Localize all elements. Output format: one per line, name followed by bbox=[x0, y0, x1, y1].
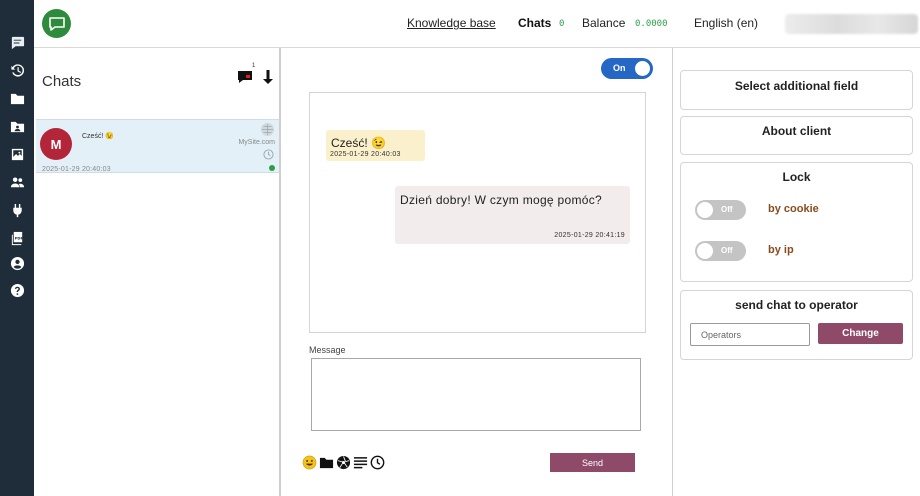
balance-value: 0.0000 bbox=[635, 19, 668, 29]
client-info-panel: Select additional field About client Loc… bbox=[673, 48, 920, 496]
chat-list-item[interactable]: M Cześć! 😉 MySite.com 2025-01-29 20:40:0… bbox=[36, 119, 279, 173]
send-to-operator-panel: send chat to operator Change bbox=[680, 290, 913, 360]
avatar: M bbox=[40, 128, 72, 160]
about-client-panel[interactable]: About client bbox=[680, 116, 913, 155]
history-icon bbox=[263, 149, 274, 160]
message-time: 2025-01-29 20:41:19 bbox=[554, 232, 625, 239]
chat-logo-icon bbox=[48, 16, 65, 31]
nav-pdf[interactable]: PDF bbox=[0, 227, 34, 249]
folder-user-icon bbox=[10, 121, 24, 132]
templates-button[interactable] bbox=[352, 454, 368, 470]
svg-text:PDF: PDF bbox=[14, 236, 23, 240]
emoji-icon bbox=[302, 455, 316, 469]
send-to-operator-title: send chat to operator bbox=[735, 298, 858, 312]
lock-title: Lock bbox=[782, 170, 811, 184]
schedule-button[interactable] bbox=[369, 454, 385, 470]
toggle-knob bbox=[635, 61, 650, 76]
attach-file-button[interactable] bbox=[318, 454, 334, 470]
toggle-state-label: Off bbox=[721, 205, 733, 214]
lock-ip-toggle[interactable]: Off bbox=[695, 241, 746, 261]
message-history: Cześć! 😉 2025-01-29 20:40:03 Dzień dobry… bbox=[309, 92, 646, 333]
nav-folder[interactable] bbox=[0, 87, 34, 109]
incoming-message: Cześć! 😉 2025-01-29 20:40:03 bbox=[326, 130, 425, 161]
nav-account[interactable] bbox=[0, 252, 34, 274]
message-input[interactable] bbox=[311, 358, 641, 431]
chat-icon bbox=[11, 36, 24, 49]
select-field-panel[interactable]: Select additional field bbox=[680, 70, 913, 110]
send-button[interactable]: Send bbox=[550, 453, 635, 472]
language-selector[interactable]: English (en) bbox=[694, 16, 758, 30]
lock-panel: Lock Off by cookie Off by ip bbox=[680, 162, 913, 282]
arrow-down-icon[interactable] bbox=[262, 69, 274, 85]
plug-icon bbox=[12, 203, 22, 217]
nav-folder-user[interactable] bbox=[0, 115, 34, 137]
message-label: Message bbox=[309, 345, 346, 355]
nav-media[interactable] bbox=[0, 143, 34, 165]
emoji-button[interactable] bbox=[301, 454, 317, 470]
outgoing-message: Dzień dobry! W czym mogę pomóc? 2025-01-… bbox=[395, 186, 630, 244]
aperture-icon bbox=[336, 455, 350, 469]
nav-integrations[interactable] bbox=[0, 199, 34, 221]
chat-on-off-toggle[interactable]: On bbox=[601, 58, 653, 79]
message-time: 2025-01-29 20:40:03 bbox=[330, 151, 401, 158]
about-client-title: About client bbox=[761, 124, 832, 138]
clock-icon bbox=[370, 455, 384, 469]
new-chat-icon[interactable] bbox=[237, 70, 253, 84]
folder-icon bbox=[10, 93, 24, 104]
toggle-knob bbox=[697, 202, 713, 218]
toggle-state-label: Off bbox=[721, 246, 733, 255]
lock-cookie-toggle[interactable]: Off bbox=[695, 200, 746, 220]
account-menu[interactable] bbox=[785, 14, 918, 34]
chats-count-badge: 0 bbox=[559, 19, 565, 29]
chats-heading: Chats bbox=[42, 73, 82, 90]
chats-list-panel: Chats 1 M Cześć! 😉 MySite.com 2025-01-29… bbox=[34, 48, 281, 496]
chat-site: MySite.com bbox=[238, 139, 275, 146]
camera-button[interactable] bbox=[335, 454, 351, 470]
change-operator-button[interactable]: Change bbox=[818, 323, 903, 344]
pdf-icon: PDF bbox=[11, 231, 23, 245]
operators-select[interactable] bbox=[690, 323, 810, 346]
nav-history[interactable] bbox=[0, 59, 34, 81]
conversation-panel: On Cześć! 😉 2025-01-29 20:40:03 Dzień do… bbox=[281, 48, 673, 496]
balance-label: Balance bbox=[582, 16, 626, 30]
chat-timestamp: 2025-01-29 20:40:03 bbox=[42, 166, 111, 173]
history-icon bbox=[10, 63, 24, 77]
composer-toolbar bbox=[301, 453, 385, 471]
nav-users[interactable] bbox=[0, 171, 34, 193]
chat-last-message: Cześć! 😉 bbox=[82, 133, 115, 140]
folder-icon bbox=[319, 457, 333, 468]
new-chat-count: 1 bbox=[252, 63, 256, 69]
users-icon bbox=[10, 176, 24, 187]
select-field-title: Select additional field bbox=[734, 79, 859, 93]
nav-help[interactable] bbox=[0, 279, 34, 301]
account-icon bbox=[10, 256, 24, 270]
toggle-state-label: On bbox=[613, 63, 626, 73]
help-icon bbox=[10, 283, 24, 297]
sidebar-nav: PDF bbox=[0, 0, 34, 496]
knowledge-base-link[interactable]: Knowledge base bbox=[407, 16, 496, 30]
message-text: Cześć! 😉 bbox=[331, 136, 386, 150]
text-lines-icon bbox=[353, 456, 367, 468]
message-text: Dzień dobry! W czym mogę pomóc? bbox=[400, 193, 603, 207]
nav-chats[interactable] bbox=[0, 31, 34, 53]
chats-nav-link[interactable]: Chats bbox=[518, 16, 551, 30]
app-logo[interactable] bbox=[42, 9, 71, 38]
top-bar: Knowledge base Chats 0 Balance 0.0000 En… bbox=[34, 0, 920, 48]
online-status-dot bbox=[269, 165, 275, 171]
lock-ip-label: by ip bbox=[768, 244, 794, 256]
image-icon bbox=[11, 148, 23, 160]
lock-cookie-label: by cookie bbox=[768, 203, 819, 215]
toggle-knob bbox=[697, 243, 713, 259]
globe-icon bbox=[261, 123, 274, 136]
